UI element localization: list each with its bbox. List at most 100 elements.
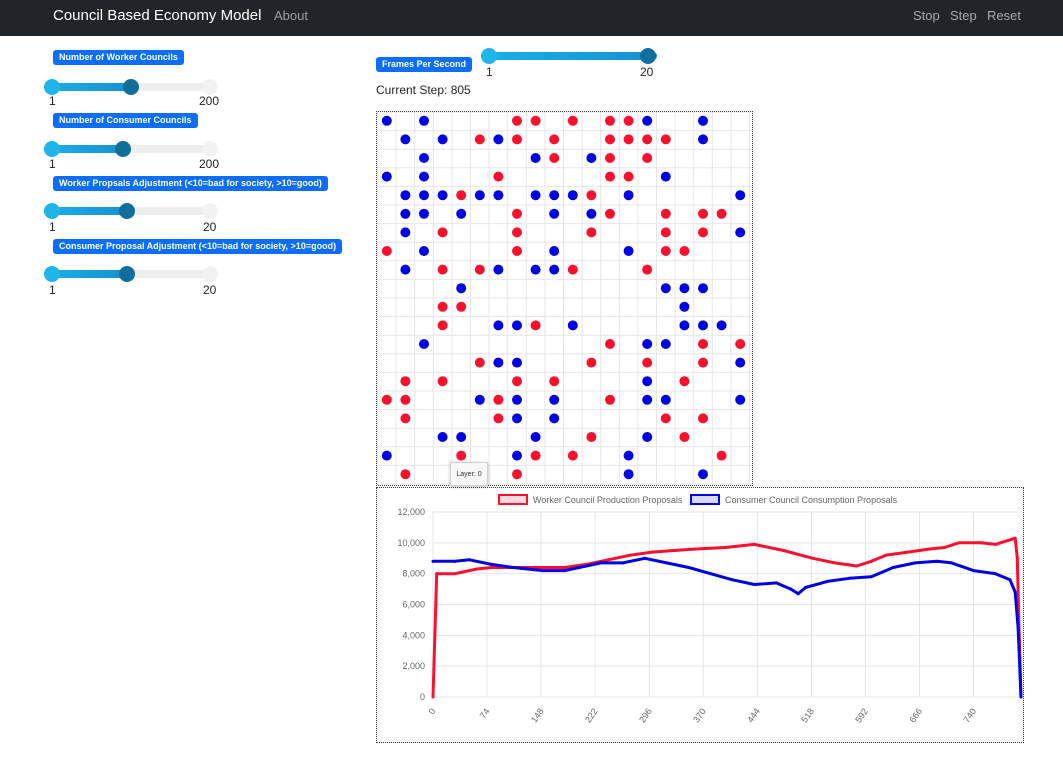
consumer-council-agent[interactable] xyxy=(456,208,467,219)
worker-council-agent[interactable] xyxy=(567,115,578,126)
consumer-council-agent[interactable] xyxy=(493,320,504,331)
consumer-council-agent[interactable] xyxy=(642,432,653,442)
consumer-council-agent[interactable] xyxy=(642,115,653,126)
worker-council-agent[interactable] xyxy=(623,171,634,182)
consumer-council-agent[interactable] xyxy=(623,246,634,256)
consumer-council-agent[interactable] xyxy=(381,450,392,461)
worker-council-agent[interactable] xyxy=(660,413,671,424)
consumer-council-agent[interactable] xyxy=(642,394,653,405)
worker-council-agent[interactable] xyxy=(400,413,411,424)
worker-council-agent[interactable] xyxy=(474,264,485,275)
worker-council-agent[interactable] xyxy=(660,227,671,238)
consumer-adjust-slider[interactable] xyxy=(44,263,218,285)
consumer-council-agent[interactable] xyxy=(735,394,746,405)
worker-council-agent[interactable] xyxy=(716,450,727,461)
slider-value-handle[interactable] xyxy=(119,266,135,282)
grid-canvas[interactable] xyxy=(377,112,752,485)
consumer-council-agent[interactable] xyxy=(512,450,522,461)
slider-max-handle[interactable] xyxy=(202,79,218,95)
worker-council-agent[interactable] xyxy=(437,301,448,312)
worker-council-agent[interactable] xyxy=(437,376,448,387)
worker-council-agent[interactable] xyxy=(698,208,708,219)
consumer-council-agent[interactable] xyxy=(623,450,634,461)
consumer-council-agent[interactable] xyxy=(493,190,504,201)
worker-council-agent[interactable] xyxy=(530,450,541,461)
consumer-council-agent[interactable] xyxy=(679,301,690,312)
worker-council-agent[interactable] xyxy=(642,153,653,163)
legend-swatch[interactable] xyxy=(498,494,528,505)
consumer-council-agent[interactable] xyxy=(493,264,504,275)
consumer-council-agent[interactable] xyxy=(679,283,690,294)
consumer-council-agent[interactable] xyxy=(642,376,653,387)
worker-council-agent[interactable] xyxy=(456,301,467,312)
worker-council-agent[interactable] xyxy=(605,394,615,405)
consumer-council-agent[interactable] xyxy=(679,320,690,331)
slider-max-handle[interactable] xyxy=(202,203,218,219)
worker-council-agent[interactable] xyxy=(437,320,448,331)
consumer-council-agent[interactable] xyxy=(698,320,708,331)
slider-value-handle[interactable] xyxy=(123,79,139,95)
stop-button[interactable]: Stop xyxy=(913,8,940,23)
consumer-council-agent[interactable] xyxy=(623,469,634,480)
consumer-council-agent[interactable] xyxy=(735,190,746,201)
consumer-council-agent[interactable] xyxy=(419,171,429,182)
worker-council-agent[interactable] xyxy=(437,264,448,275)
worker-council-agent[interactable] xyxy=(605,171,615,182)
consumer-council-agent[interactable] xyxy=(400,208,411,219)
consumer-council-agent[interactable] xyxy=(419,339,429,349)
worker-council-agent[interactable] xyxy=(698,357,708,368)
consumer-council-agent[interactable] xyxy=(642,339,653,349)
worker-council-agent[interactable] xyxy=(474,357,485,368)
consumer-council-agent[interactable] xyxy=(735,357,746,368)
worker-council-agent[interactable] xyxy=(549,376,560,387)
consumer-council-agent[interactable] xyxy=(735,227,746,238)
worker-council-agent[interactable] xyxy=(493,413,504,424)
reset-button[interactable]: Reset xyxy=(987,8,1021,23)
consumer-council-agent[interactable] xyxy=(456,432,467,442)
worker-council-agent[interactable] xyxy=(512,134,522,145)
worker-council-agent[interactable] xyxy=(679,246,690,256)
consumer-council-agent[interactable] xyxy=(530,432,541,442)
consumer-council-agent[interactable] xyxy=(437,190,448,201)
consumer-council-agent[interactable] xyxy=(512,320,522,331)
consumer-council-agent[interactable] xyxy=(512,357,522,368)
slider-min-handle[interactable] xyxy=(44,266,60,282)
consumer-council-agent[interactable] xyxy=(530,153,541,163)
legend-label[interactable]: Worker Council Production Proposals xyxy=(533,495,683,505)
consumer-council-agent[interactable] xyxy=(716,320,727,331)
consumer-council-agent[interactable] xyxy=(512,413,522,424)
worker-council-agent[interactable] xyxy=(623,134,634,145)
consumer-council-agent[interactable] xyxy=(660,283,671,294)
worker-council-agent[interactable] xyxy=(437,227,448,238)
consumer-council-agent[interactable] xyxy=(549,264,560,275)
legend-swatch[interactable] xyxy=(690,494,720,505)
consumer-council-agent[interactable] xyxy=(698,115,708,126)
worker-council-agent[interactable] xyxy=(512,469,522,480)
consumer-council-agent[interactable] xyxy=(698,469,708,480)
brand-title[interactable]: Council Based Economy Model xyxy=(53,7,261,24)
consumer-council-agent[interactable] xyxy=(400,134,411,145)
consumer-council-agent[interactable] xyxy=(474,190,485,201)
worker-council-agent[interactable] xyxy=(660,134,671,145)
worker-council-agent[interactable] xyxy=(698,339,708,349)
consumer-council-agent[interactable] xyxy=(419,190,429,201)
consumer-council-agent[interactable] xyxy=(549,413,560,424)
worker-council-agent[interactable] xyxy=(642,134,653,145)
worker-councils-slider[interactable] xyxy=(44,76,218,98)
worker-council-agent[interactable] xyxy=(679,432,690,442)
slider-min-handle[interactable] xyxy=(44,141,60,157)
slider-min-handle[interactable] xyxy=(44,203,60,219)
worker-council-agent[interactable] xyxy=(679,376,690,387)
worker-council-agent[interactable] xyxy=(605,339,615,349)
worker-council-agent[interactable] xyxy=(512,227,522,238)
legend-label[interactable]: Consumer Council Consumption Proposals xyxy=(725,495,898,505)
worker-council-agent[interactable] xyxy=(642,264,653,275)
consumer-council-agent[interactable] xyxy=(586,153,597,163)
consumer-council-agent[interactable] xyxy=(549,246,560,256)
slider-value-handle[interactable] xyxy=(640,48,656,64)
worker-council-agent[interactable] xyxy=(512,115,522,126)
consumer-council-agent[interactable] xyxy=(419,246,429,256)
consumer-council-agent[interactable] xyxy=(493,357,504,368)
worker-council-agent[interactable] xyxy=(605,153,615,163)
consumer-council-agent[interactable] xyxy=(381,115,392,126)
